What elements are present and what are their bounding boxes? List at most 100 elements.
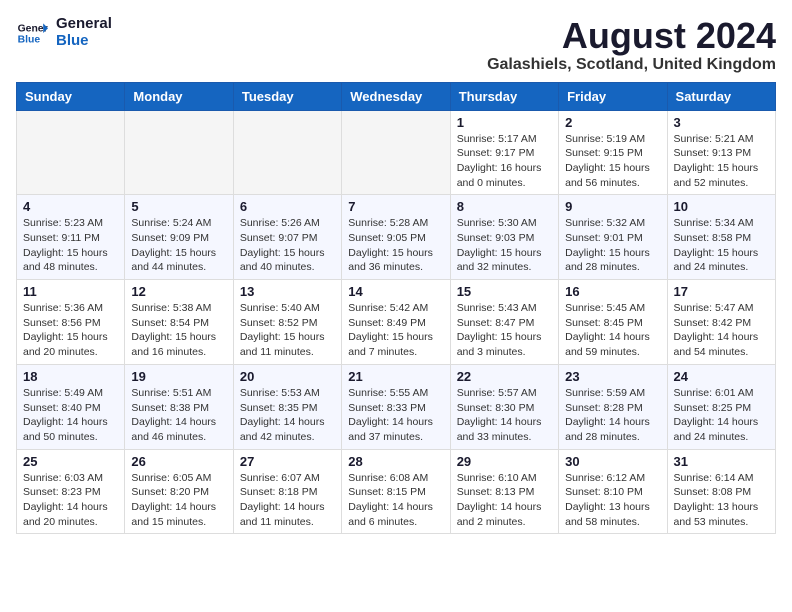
day-info: Sunrise: 5:40 AM Sunset: 8:52 PM Dayligh… xyxy=(240,301,335,360)
day-info: Sunrise: 5:51 AM Sunset: 8:38 PM Dayligh… xyxy=(131,386,226,445)
calendar-cell: 19Sunrise: 5:51 AM Sunset: 8:38 PM Dayli… xyxy=(125,364,233,449)
day-info: Sunrise: 5:59 AM Sunset: 8:28 PM Dayligh… xyxy=(565,386,660,445)
calendar-cell xyxy=(233,110,341,195)
day-info: Sunrise: 5:49 AM Sunset: 8:40 PM Dayligh… xyxy=(23,386,118,445)
day-info: Sunrise: 6:08 AM Sunset: 8:15 PM Dayligh… xyxy=(348,471,443,530)
day-number: 26 xyxy=(131,454,226,469)
day-info: Sunrise: 5:38 AM Sunset: 8:54 PM Dayligh… xyxy=(131,301,226,360)
day-info: Sunrise: 6:05 AM Sunset: 8:20 PM Dayligh… xyxy=(131,471,226,530)
calendar-cell xyxy=(342,110,450,195)
calendar-cell: 2Sunrise: 5:19 AM Sunset: 9:15 PM Daylig… xyxy=(559,110,667,195)
logo: General Blue General Blue xyxy=(16,16,112,49)
calendar-cell: 18 Sunrise: 5:49 AM Sunset: 8:40 PM Dayli… xyxy=(17,364,125,449)
calendar-cell: 13 Sunrise: 5:40 AM Sunset: 8:52 PM Dayli… xyxy=(233,280,341,365)
day-number: 14 xyxy=(348,284,443,299)
page-subtitle: Galashiels, Scotland, United Kingdom xyxy=(487,56,776,74)
calendar-cell: 24 Sunrise: 6:01 AM Sunset: 8:25 PM Dayli… xyxy=(667,364,775,449)
day-info: Sunrise: 6:03 AM Sunset: 8:23 PM Dayligh… xyxy=(23,471,118,530)
calendar-cell: 14 Sunrise: 5:42 AM Sunset: 8:49 PM Dayli… xyxy=(342,280,450,365)
day-number: 9 xyxy=(565,199,660,214)
calendar-cell: 12 Sunrise: 5:38 AM Sunset: 8:54 PM Dayli… xyxy=(125,280,233,365)
logo-line1: General xyxy=(56,16,112,33)
calendar-header-saturday: Saturday xyxy=(667,82,775,110)
calendar-cell: 20 Sunrise: 5:53 AM Sunset: 8:35 PM Dayli… xyxy=(233,364,341,449)
day-info: Sunrise: 5:24 AM Sunset: 9:09 PM Dayligh… xyxy=(131,216,226,275)
calendar-cell: 26 Sunrise: 6:05 AM Sunset: 8:20 PM Dayli… xyxy=(125,449,233,534)
day-info: Sunrise: 5:57 AM Sunset: 8:30 PM Dayligh… xyxy=(457,386,552,445)
day-number: 22 xyxy=(457,369,552,384)
day-info: Sunrise: 5:47 AM Sunset: 8:42 PM Dayligh… xyxy=(674,301,769,360)
day-number: 12 xyxy=(131,284,226,299)
day-number: 23 xyxy=(565,369,660,384)
calendar-cell: 5 Sunrise: 5:24 AM Sunset: 9:09 PM Daylig… xyxy=(125,195,233,280)
calendar-cell: 9 Sunrise: 5:32 AM Sunset: 9:01 PM Daylig… xyxy=(559,195,667,280)
day-number: 30 xyxy=(565,454,660,469)
day-info: Sunrise: 5:36 AM Sunset: 8:56 PM Dayligh… xyxy=(23,301,118,360)
day-info: Sunrise: 5:21 AM Sunset: 9:13 PM Dayligh… xyxy=(674,132,769,191)
title-area: August 2024 Galashiels, Scotland, United… xyxy=(487,16,776,74)
day-number: 7 xyxy=(348,199,443,214)
calendar-week-row: 25Sunrise: 6:03 AM Sunset: 8:23 PM Dayli… xyxy=(17,449,776,534)
day-number: 1 xyxy=(457,115,552,130)
day-info: Sunrise: 6:12 AM Sunset: 8:10 PM Dayligh… xyxy=(565,471,660,530)
calendar-cell: 10 Sunrise: 5:34 AM Sunset: 8:58 PM Dayli… xyxy=(667,195,775,280)
svg-text:Blue: Blue xyxy=(18,34,41,45)
calendar-cell: 30 Sunrise: 6:12 AM Sunset: 8:10 PM Dayli… xyxy=(559,449,667,534)
calendar: SundayMondayTuesdayWednesdayThursdayFrid… xyxy=(16,82,776,535)
calendar-header-tuesday: Tuesday xyxy=(233,82,341,110)
day-number: 18 xyxy=(23,369,118,384)
day-number: 15 xyxy=(457,284,552,299)
calendar-cell: 25Sunrise: 6:03 AM Sunset: 8:23 PM Dayli… xyxy=(17,449,125,534)
calendar-header-friday: Friday xyxy=(559,82,667,110)
calendar-cell: 23 Sunrise: 5:59 AM Sunset: 8:28 PM Dayli… xyxy=(559,364,667,449)
day-number: 17 xyxy=(674,284,769,299)
calendar-header-thursday: Thursday xyxy=(450,82,558,110)
day-info: Sunrise: 5:23 AM Sunset: 9:11 PM Dayligh… xyxy=(23,216,118,275)
day-info: Sunrise: 5:26 AM Sunset: 9:07 PM Dayligh… xyxy=(240,216,335,275)
day-info: Sunrise: 5:43 AM Sunset: 8:47 PM Dayligh… xyxy=(457,301,552,360)
calendar-cell: 21Sunrise: 5:55 AM Sunset: 8:33 PM Dayli… xyxy=(342,364,450,449)
day-number: 27 xyxy=(240,454,335,469)
calendar-cell: 16Sunrise: 5:45 AM Sunset: 8:45 PM Dayli… xyxy=(559,280,667,365)
calendar-header-wednesday: Wednesday xyxy=(342,82,450,110)
calendar-cell xyxy=(17,110,125,195)
calendar-cell: 6Sunrise: 5:26 AM Sunset: 9:07 PM Daylig… xyxy=(233,195,341,280)
day-number: 24 xyxy=(674,369,769,384)
calendar-cell: 27Sunrise: 6:07 AM Sunset: 8:18 PM Dayli… xyxy=(233,449,341,534)
calendar-week-row: 18 Sunrise: 5:49 AM Sunset: 8:40 PM Dayli… xyxy=(17,364,776,449)
calendar-week-row: 1Sunrise: 5:17 AM Sunset: 9:17 PM Daylig… xyxy=(17,110,776,195)
day-number: 20 xyxy=(240,369,335,384)
day-number: 31 xyxy=(674,454,769,469)
day-number: 4 xyxy=(23,199,118,214)
calendar-cell: 22 Sunrise: 5:57 AM Sunset: 8:30 PM Dayli… xyxy=(450,364,558,449)
day-info: Sunrise: 5:34 AM Sunset: 8:58 PM Dayligh… xyxy=(674,216,769,275)
day-number: 10 xyxy=(674,199,769,214)
calendar-header-row: SundayMondayTuesdayWednesdayThursdayFrid… xyxy=(17,82,776,110)
day-number: 11 xyxy=(23,284,118,299)
calendar-cell: 28 Sunrise: 6:08 AM Sunset: 8:15 PM Dayli… xyxy=(342,449,450,534)
day-number: 13 xyxy=(240,284,335,299)
day-number: 16 xyxy=(565,284,660,299)
calendar-cell xyxy=(125,110,233,195)
day-info: Sunrise: 5:53 AM Sunset: 8:35 PM Dayligh… xyxy=(240,386,335,445)
day-number: 28 xyxy=(348,454,443,469)
calendar-week-row: 4 Sunrise: 5:23 AM Sunset: 9:11 PM Daylig… xyxy=(17,195,776,280)
calendar-cell: 7 Sunrise: 5:28 AM Sunset: 9:05 PM Daylig… xyxy=(342,195,450,280)
calendar-cell: 4 Sunrise: 5:23 AM Sunset: 9:11 PM Daylig… xyxy=(17,195,125,280)
day-info: Sunrise: 6:10 AM Sunset: 8:13 PM Dayligh… xyxy=(457,471,552,530)
day-info: Sunrise: 6:01 AM Sunset: 8:25 PM Dayligh… xyxy=(674,386,769,445)
calendar-week-row: 11 Sunrise: 5:36 AM Sunset: 8:56 PM Dayli… xyxy=(17,280,776,365)
logo-line2: Blue xyxy=(56,33,112,50)
calendar-cell: 29 Sunrise: 6:10 AM Sunset: 8:13 PM Dayli… xyxy=(450,449,558,534)
day-info: Sunrise: 5:32 AM Sunset: 9:01 PM Dayligh… xyxy=(565,216,660,275)
calendar-cell: 1Sunrise: 5:17 AM Sunset: 9:17 PM Daylig… xyxy=(450,110,558,195)
day-info: Sunrise: 5:28 AM Sunset: 9:05 PM Dayligh… xyxy=(348,216,443,275)
calendar-cell: 11 Sunrise: 5:36 AM Sunset: 8:56 PM Dayli… xyxy=(17,280,125,365)
day-number: 5 xyxy=(131,199,226,214)
day-info: Sunrise: 5:42 AM Sunset: 8:49 PM Dayligh… xyxy=(348,301,443,360)
page-title: August 2024 xyxy=(487,16,776,56)
day-number: 8 xyxy=(457,199,552,214)
day-number: 3 xyxy=(674,115,769,130)
day-number: 29 xyxy=(457,454,552,469)
day-info: Sunrise: 5:19 AM Sunset: 9:15 PM Dayligh… xyxy=(565,132,660,191)
